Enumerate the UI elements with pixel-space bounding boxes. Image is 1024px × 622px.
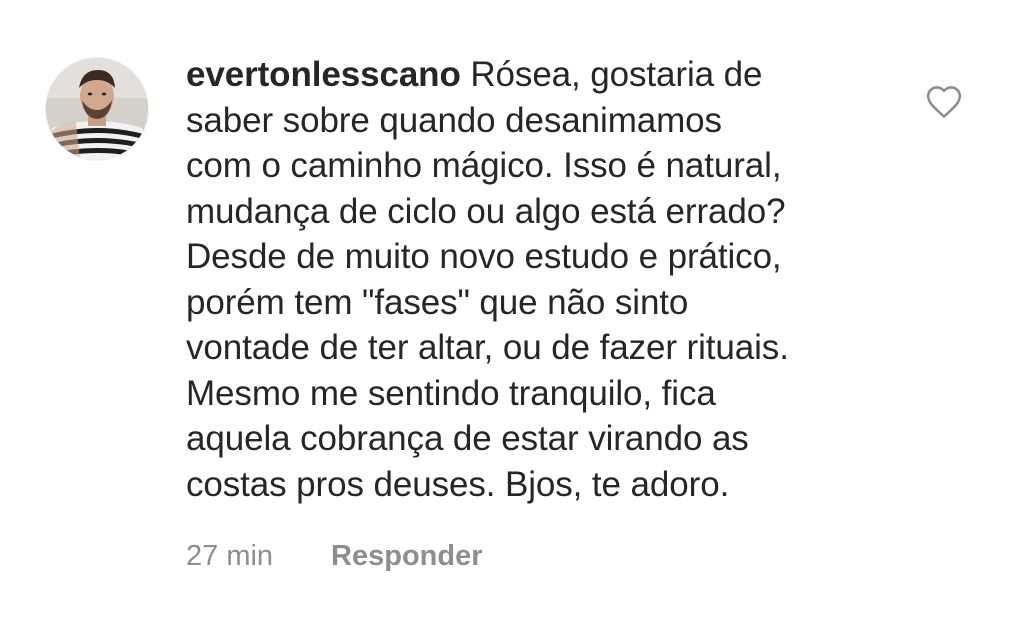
timestamp: 27 min [186, 539, 274, 572]
avatar[interactable] [46, 58, 148, 160]
heart-outline-icon [926, 86, 962, 118]
username-link[interactable]: evertonlesscano [186, 55, 461, 94]
comment-line-8: Mesmo me sentindo tranquilo, fica [186, 373, 716, 413]
comment-line-3: com o caminho mágico. Isso é natural, [186, 146, 782, 185]
comment-line-10: costas pros deuses. Bjos, te adoro. [186, 464, 730, 504]
reply-button[interactable]: Responder [331, 540, 482, 573]
comment: evertonlesscano Rósea, gostaria de saber… [0, 0, 1024, 622]
comment-line-7: vontade de ter altar, ou de fazer rituai… [186, 328, 789, 367]
comment-line-2: saber sobre quando desanimamos [186, 100, 722, 140]
comment-line-1-text: Rósea, gostaria de [470, 55, 763, 94]
comment-line-5: Desde de muito novo estudo e prático, [186, 237, 782, 276]
comment-line-1: evertonlesscano Rósea, gostaria de [186, 52, 886, 98]
like-button[interactable] [925, 84, 963, 120]
comment-line-6: porém tem "fases" que não sinto [186, 282, 689, 322]
comment-text: evertonlesscano Rósea, gostaria de saber… [186, 52, 886, 507]
comment-line-9: aquela cobrança de estar virando as [186, 419, 749, 458]
comment-line-4: mudança de ciclo ou algo está errado? [186, 191, 786, 231]
comment-meta: 27 min Responder [186, 536, 483, 576]
avatar-photo-icon [46, 58, 148, 160]
